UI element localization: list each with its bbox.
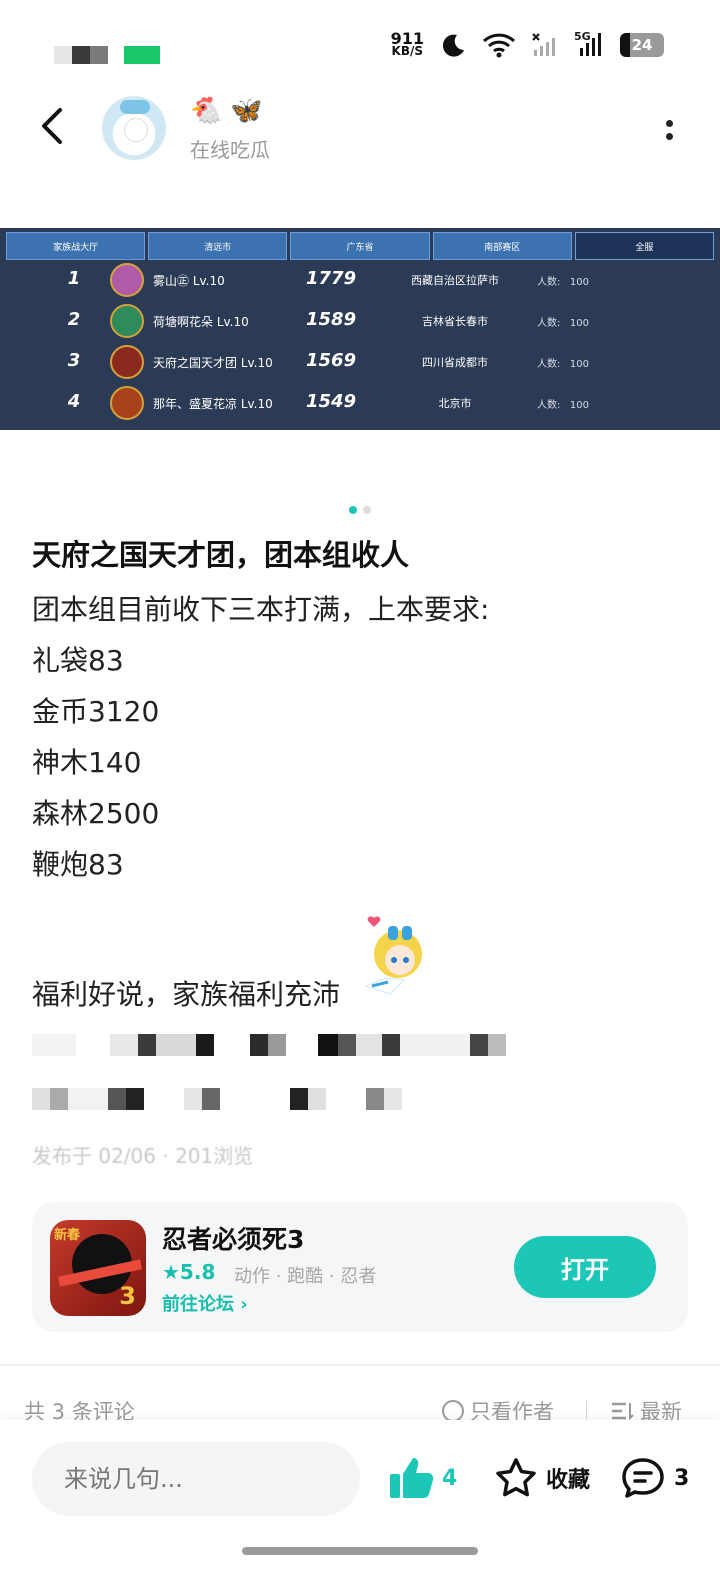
family-location: 北京市 xyxy=(438,397,472,410)
family-name: 雾山㊣ Lv.10 xyxy=(153,274,225,288)
go-to-forum-link[interactable]: 前往论坛 › xyxy=(162,1290,248,1316)
net-speed: 911 KB/S xyxy=(390,29,424,58)
leaderboard-tab: 清远市 xyxy=(148,232,288,260)
redacted-text xyxy=(32,1034,506,1056)
sort-icon xyxy=(612,1402,634,1421)
butterfly-badge-icon: 🦋 xyxy=(230,96,263,126)
rank-number: 4 xyxy=(67,391,81,412)
family-location: 四川省成都市 xyxy=(422,356,488,369)
family-member-count: 人数: 100 xyxy=(537,277,590,288)
leaderboard-row: 1 雾山㊣ Lv.10 1779 西藏自治区拉萨市 人数: 100 xyxy=(0,260,720,301)
family-score: 1549 xyxy=(306,391,357,412)
author-badges: 🐔 🦋 xyxy=(190,96,263,126)
radio-circle-icon xyxy=(442,1400,464,1422)
pager-dot xyxy=(363,506,371,514)
family-score: 1569 xyxy=(306,350,357,371)
rank-number: 1 xyxy=(67,268,81,289)
post-title: 天府之国天才团，团本组收人 xyxy=(32,538,410,572)
status-notification-icons xyxy=(54,46,160,64)
image-pager-dots xyxy=(349,506,371,514)
home-indicator xyxy=(242,1547,478,1555)
like-button[interactable]: 4 xyxy=(388,1456,457,1500)
divider xyxy=(586,1401,587,1421)
leaderboard-row: 4 那年、盛夏花凉 Lv.10 1549 北京市 人数: 100 xyxy=(0,383,720,424)
post-body: 团本组目前收下三本打满，上本要求: 礼袋83 金币3120 神木140 森林25… xyxy=(32,584,489,890)
family-location: 吉林省长春市 xyxy=(422,315,488,328)
status-bar: 911 KB/S 5G 24 xyxy=(0,0,720,90)
family-name: 天府之国天才团 Lv.10 xyxy=(153,356,273,370)
thumbs-up-icon xyxy=(390,1458,434,1498)
family-member-count: 人数: 100 xyxy=(537,318,590,329)
leaderboard-tab: 家族战大厅 xyxy=(6,232,146,260)
bottom-action-bar: 4 收藏 3 xyxy=(0,1420,720,1569)
signal-weak-icon xyxy=(532,33,555,56)
battery-indicator: 24 xyxy=(620,33,664,57)
leaderboard-row: 3 天府之国天才团 Lv.10 1569 四川省成都市 人数: 100 xyxy=(0,342,720,383)
pager-dot-active xyxy=(349,506,357,514)
family-score: 1779 xyxy=(306,268,357,289)
back-arrow-icon[interactable] xyxy=(36,106,72,146)
family-member-count: 人数: 100 xyxy=(537,400,590,411)
game-app-genres: 动作 · 跑酷 · 忍者 xyxy=(234,1266,377,1287)
family-name: 那年、盛夏花凉 Lv.10 xyxy=(153,397,273,411)
post-meta: 发布于 02/06 · 201浏览 xyxy=(32,1144,254,1168)
post-line: 礼袋83 xyxy=(32,644,124,677)
wifi-icon xyxy=(482,33,516,58)
mascot-sticker-icon xyxy=(364,916,422,995)
signal-5g-icon: 5G xyxy=(574,30,604,58)
post-header: 🐔 🦋 在线吃瓜 xyxy=(0,90,720,200)
rank-number: 3 xyxy=(67,350,81,371)
post-line: 福利好说，家族福利充沛 xyxy=(32,978,341,1011)
favorite-button[interactable]: 收藏 xyxy=(494,1456,590,1500)
family-avatar xyxy=(110,304,144,338)
family-avatar xyxy=(110,345,144,379)
post-line: 神木140 xyxy=(32,746,142,779)
rooster-badge-icon: 🐔 xyxy=(190,96,223,126)
leaderboard-tab: 广东省 xyxy=(290,232,430,260)
post-line: 鞭炮83 xyxy=(32,848,124,881)
comment-input[interactable] xyxy=(32,1442,360,1516)
author-name[interactable]: 在线吃瓜 xyxy=(190,134,270,163)
author-avatar[interactable] xyxy=(102,96,166,160)
family-member-count: 人数: 100 xyxy=(537,359,590,370)
game-app-card[interactable]: 新春 3 忍者必须死3 ★5.8 动作 · 跑酷 · 忍者 前往论坛 › 打开 xyxy=(32,1202,688,1332)
status-indicators: 911 KB/S 5G 24 xyxy=(390,29,664,58)
moon-icon xyxy=(442,34,464,57)
more-options-icon[interactable] xyxy=(666,120,674,142)
redacted-text xyxy=(32,1088,402,1110)
leaderboard-tabs: 家族战大厅 清远市 广东省 南部赛区 全服 xyxy=(6,232,715,260)
game-app-name[interactable]: 忍者必须死3 xyxy=(162,1220,304,1256)
post-line: 森林2500 xyxy=(32,797,160,830)
leaderboard-tab: 南部赛区 xyxy=(432,232,572,260)
post-line: 金币3120 xyxy=(32,695,160,728)
family-location: 西藏自治区拉萨市 xyxy=(411,274,499,287)
family-avatar xyxy=(110,263,144,297)
family-name: 荷塘啊花朵 Lv.10 xyxy=(153,315,249,329)
post-image-leaderboard[interactable]: 家族战大厅 清远市 广东省 南部赛区 全服 1 雾山㊣ Lv.10 1779 西… xyxy=(0,228,720,430)
leaderboard-row: 2 荷塘啊花朵 Lv.10 1589 吉林省长春市 人数: 100 xyxy=(0,301,720,342)
game-app-rating: ★5.8 xyxy=(162,1260,216,1284)
rank-number: 2 xyxy=(67,309,81,330)
comment-button[interactable]: 3 xyxy=(620,1456,689,1500)
open-app-button[interactable]: 打开 xyxy=(514,1236,656,1298)
family-avatar xyxy=(110,386,144,420)
comment-bubble-icon xyxy=(622,1458,664,1498)
leaderboard-tab-active: 全服 xyxy=(574,232,715,260)
game-app-icon[interactable]: 新春 3 xyxy=(50,1220,146,1316)
section-divider xyxy=(0,1364,720,1366)
post-line: 团本组目前收下三本打满，上本要求: xyxy=(32,593,490,626)
family-score: 1589 xyxy=(306,309,357,330)
star-icon xyxy=(496,1458,536,1497)
